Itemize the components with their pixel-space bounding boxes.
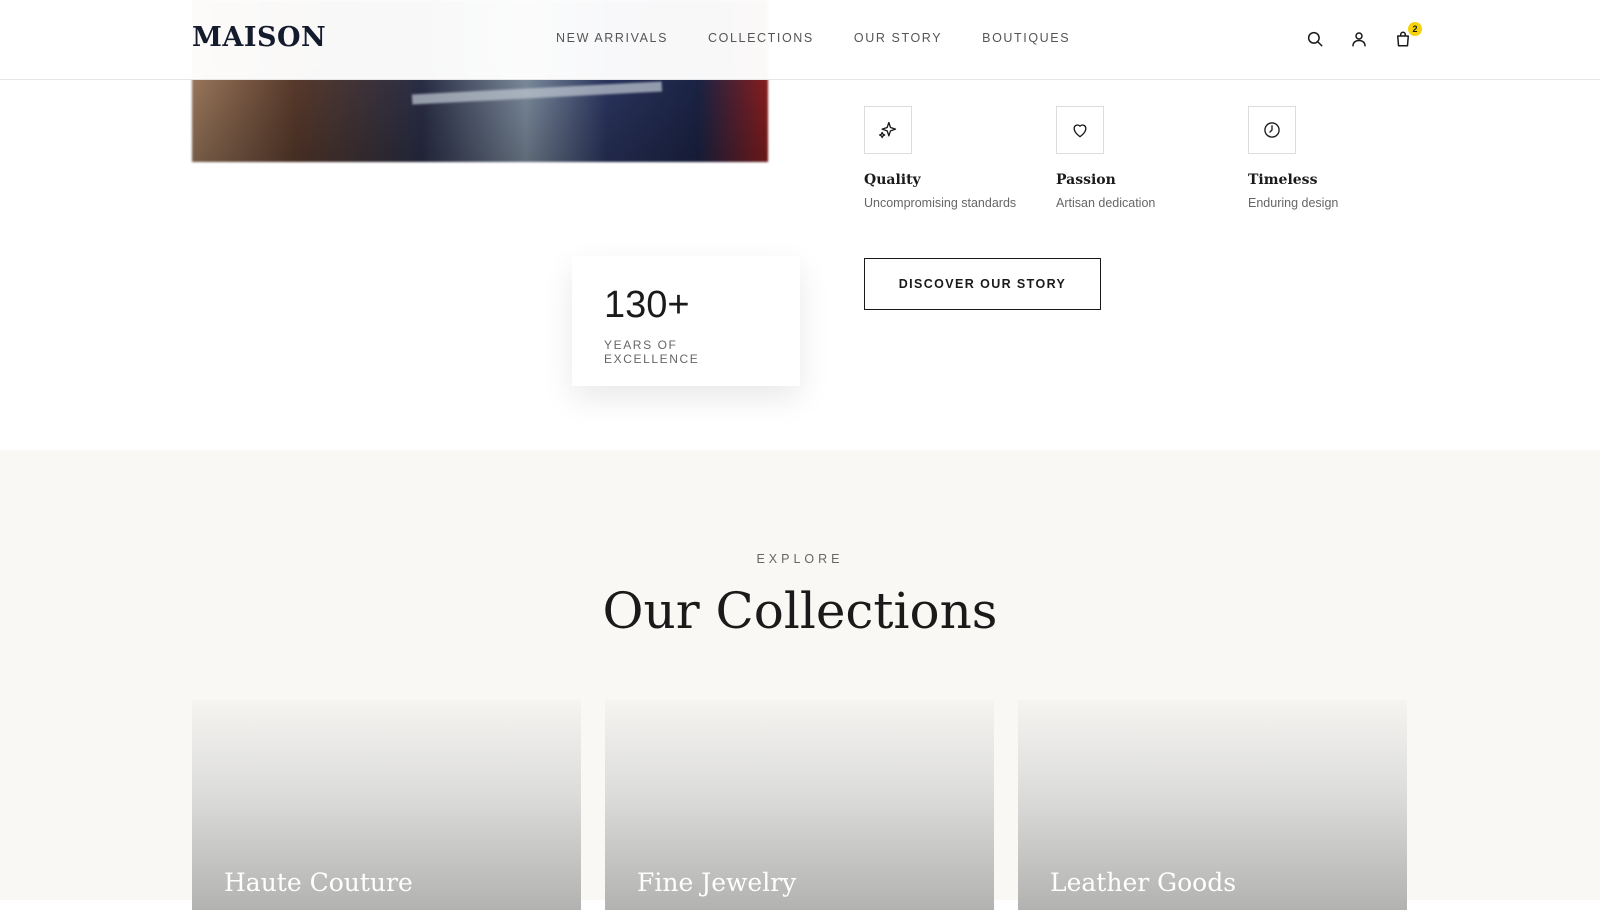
collection-card-fine-jewelry[interactable]: Fine Jewelry	[605, 700, 994, 910]
brand-values: Quality Uncompromising standards Passion…	[864, 106, 1440, 210]
value-timeless: Timeless Enduring design	[1248, 106, 1440, 210]
clock-icon	[1264, 122, 1280, 138]
stat-number: 130+	[604, 284, 690, 326]
discover-our-story-button[interactable]: DISCOVER OUR STORY	[864, 258, 1101, 310]
stat-label: YEARS OF EXCELLENCE	[604, 338, 700, 366]
site-header: MAISON NEW ARRIVALS COLLECTIONS OUR STOR…	[0, 0, 1600, 80]
heart-icon	[1073, 124, 1087, 138]
value-title: Timeless	[1248, 172, 1318, 188]
nav-new-arrivals[interactable]: NEW ARRIVALS	[556, 31, 668, 45]
nav-collections[interactable]: COLLECTIONS	[708, 31, 814, 45]
search-icon	[1307, 31, 1323, 47]
value-passion: Passion Artisan dedication	[1056, 106, 1248, 210]
main-nav: NEW ARRIVALS COLLECTIONS OUR STORY BOUTI…	[556, 31, 1070, 45]
collections-section: EXPLORE Our Collections Haute Couture Fi…	[0, 450, 1600, 910]
value-subtitle: Artisan dedication	[1056, 196, 1156, 210]
brand-logo[interactable]: MAISON	[192, 22, 326, 53]
collection-card-title: Leather Goods	[1050, 868, 1237, 897]
value-icon-box	[1248, 106, 1296, 154]
value-icon-box	[864, 106, 912, 154]
collection-card-leather-goods[interactable]: Leather Goods	[1018, 700, 1407, 910]
cart-button[interactable]: 2	[1392, 22, 1422, 50]
user-icon	[1352, 32, 1366, 47]
value-subtitle: Enduring design	[1248, 196, 1339, 210]
sparkle-icon	[879, 121, 897, 139]
account-button[interactable]	[1348, 28, 1370, 50]
value-icon-box	[1056, 106, 1104, 154]
collection-cards: Haute Couture Fine Jewelry Leather Goods	[192, 700, 1407, 910]
collection-card-title: Fine Jewelry	[637, 868, 797, 897]
search-button[interactable]	[1304, 28, 1326, 50]
value-title: Quality	[864, 172, 921, 188]
value-quality: Quality Uncompromising standards	[864, 106, 1056, 210]
collection-card-title: Haute Couture	[224, 868, 413, 897]
section-eyebrow: EXPLORE	[756, 552, 844, 566]
header-actions: 2	[1304, 22, 1422, 50]
value-subtitle: Uncompromising standards	[864, 196, 1017, 210]
collection-card-haute-couture[interactable]: Haute Couture	[192, 700, 581, 910]
cart-count-badge: 2	[1408, 22, 1422, 36]
section-title: Our Collections	[602, 582, 998, 640]
value-title: Passion	[1056, 172, 1116, 188]
nav-boutiques[interactable]: BOUTIQUES	[982, 31, 1070, 45]
nav-our-story[interactable]: OUR STORY	[854, 31, 942, 45]
years-stat-card: 130+ YEARS OF EXCELLENCE	[572, 256, 800, 386]
